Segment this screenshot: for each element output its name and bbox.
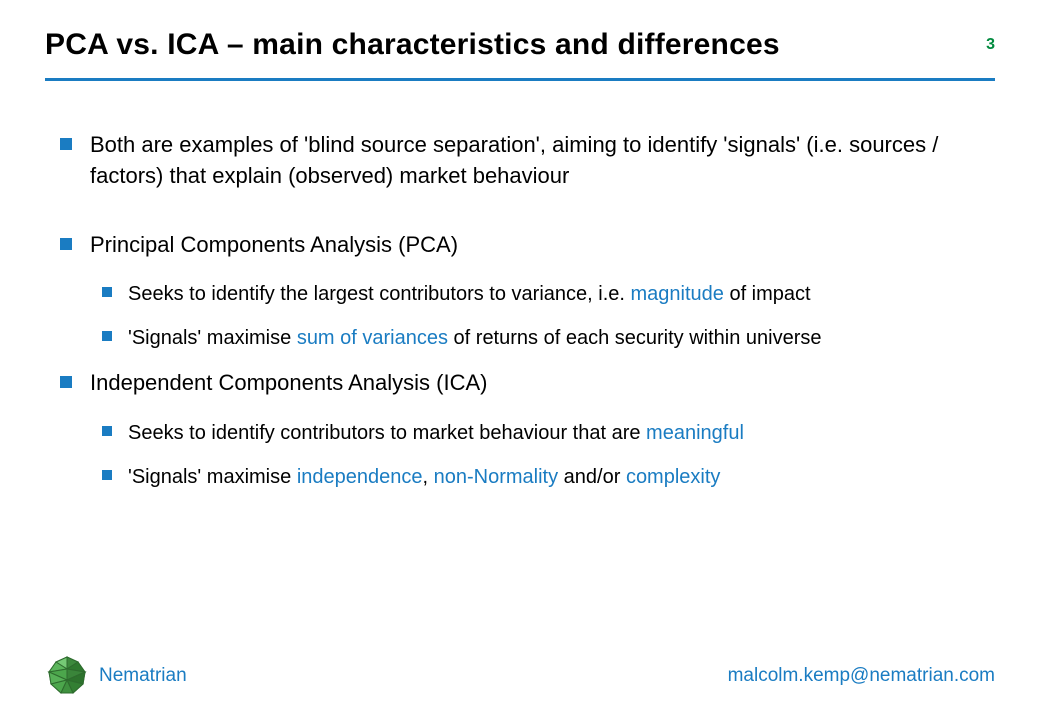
highlight-text: sum of variances (297, 327, 448, 349)
title-divider (45, 78, 995, 81)
square-bullet-icon (102, 470, 112, 480)
square-bullet-icon (60, 376, 72, 388)
list-item-text: Independent Components Analysis (ICA) (90, 368, 487, 399)
text-segment: 'Signals' maximise (128, 327, 297, 349)
text-segment: 'Signals' maximise (128, 466, 297, 488)
list-item: Principal Components Analysis (PCA) (60, 230, 980, 261)
square-bullet-icon (60, 238, 72, 250)
square-bullet-icon (102, 331, 112, 341)
square-bullet-icon (102, 287, 112, 297)
text-segment: of impact (724, 283, 811, 305)
list-item-text: 'Signals' maximise sum of variances of r… (128, 324, 822, 352)
list-item: Both are examples of 'blind source separ… (60, 130, 980, 192)
brand: Nematrian (45, 654, 187, 698)
list-item-text: Seeks to identify the largest contributo… (128, 280, 811, 308)
content-area: Both are examples of 'blind source separ… (60, 130, 980, 507)
list-item-text: Principal Components Analysis (PCA) (90, 230, 458, 261)
footer: Nematrian malcolm.kemp@nematrian.com (45, 654, 995, 698)
text-segment: Seeks to identify the largest contributo… (128, 283, 630, 305)
list-item-text: 'Signals' maximise independence, non-Nor… (128, 463, 720, 491)
highlight-text: independence (297, 466, 423, 488)
list-item: 'Signals' maximise independence, non-Nor… (102, 463, 980, 491)
page-title: PCA vs. ICA – main characteristics and d… (45, 28, 780, 62)
header: PCA vs. ICA – main characteristics and d… (45, 28, 995, 62)
sub-list: Seeks to identify contributors to market… (102, 419, 980, 491)
contact-email: malcolm.kemp@nematrian.com (728, 665, 995, 687)
list-item-text: Both are examples of 'blind source separ… (90, 130, 980, 192)
text-segment: , (423, 466, 434, 488)
list-item: 'Signals' maximise sum of variances of r… (102, 324, 980, 352)
highlight-text: complexity (626, 466, 720, 488)
list-item: Seeks to identify the largest contributo… (102, 280, 980, 308)
square-bullet-icon (60, 138, 72, 150)
highlight-text: non-Normality (434, 466, 558, 488)
highlight-text: meaningful (646, 422, 744, 444)
list-item: Seeks to identify contributors to market… (102, 419, 980, 447)
highlight-text: magnitude (630, 283, 723, 305)
brand-name: Nematrian (99, 665, 187, 687)
text-segment: of returns of each security within unive… (448, 327, 822, 349)
text-segment: Seeks to identify contributors to market… (128, 422, 646, 444)
sub-list: Seeks to identify the largest contributo… (102, 280, 980, 352)
text-segment: and/or (558, 466, 626, 488)
logo-icon (45, 654, 89, 698)
square-bullet-icon (102, 426, 112, 436)
list-item-text: Seeks to identify contributors to market… (128, 419, 744, 447)
page-number: 3 (986, 36, 995, 54)
slide: PCA vs. ICA – main characteristics and d… (0, 0, 1040, 720)
list-item: Independent Components Analysis (ICA) (60, 368, 980, 399)
